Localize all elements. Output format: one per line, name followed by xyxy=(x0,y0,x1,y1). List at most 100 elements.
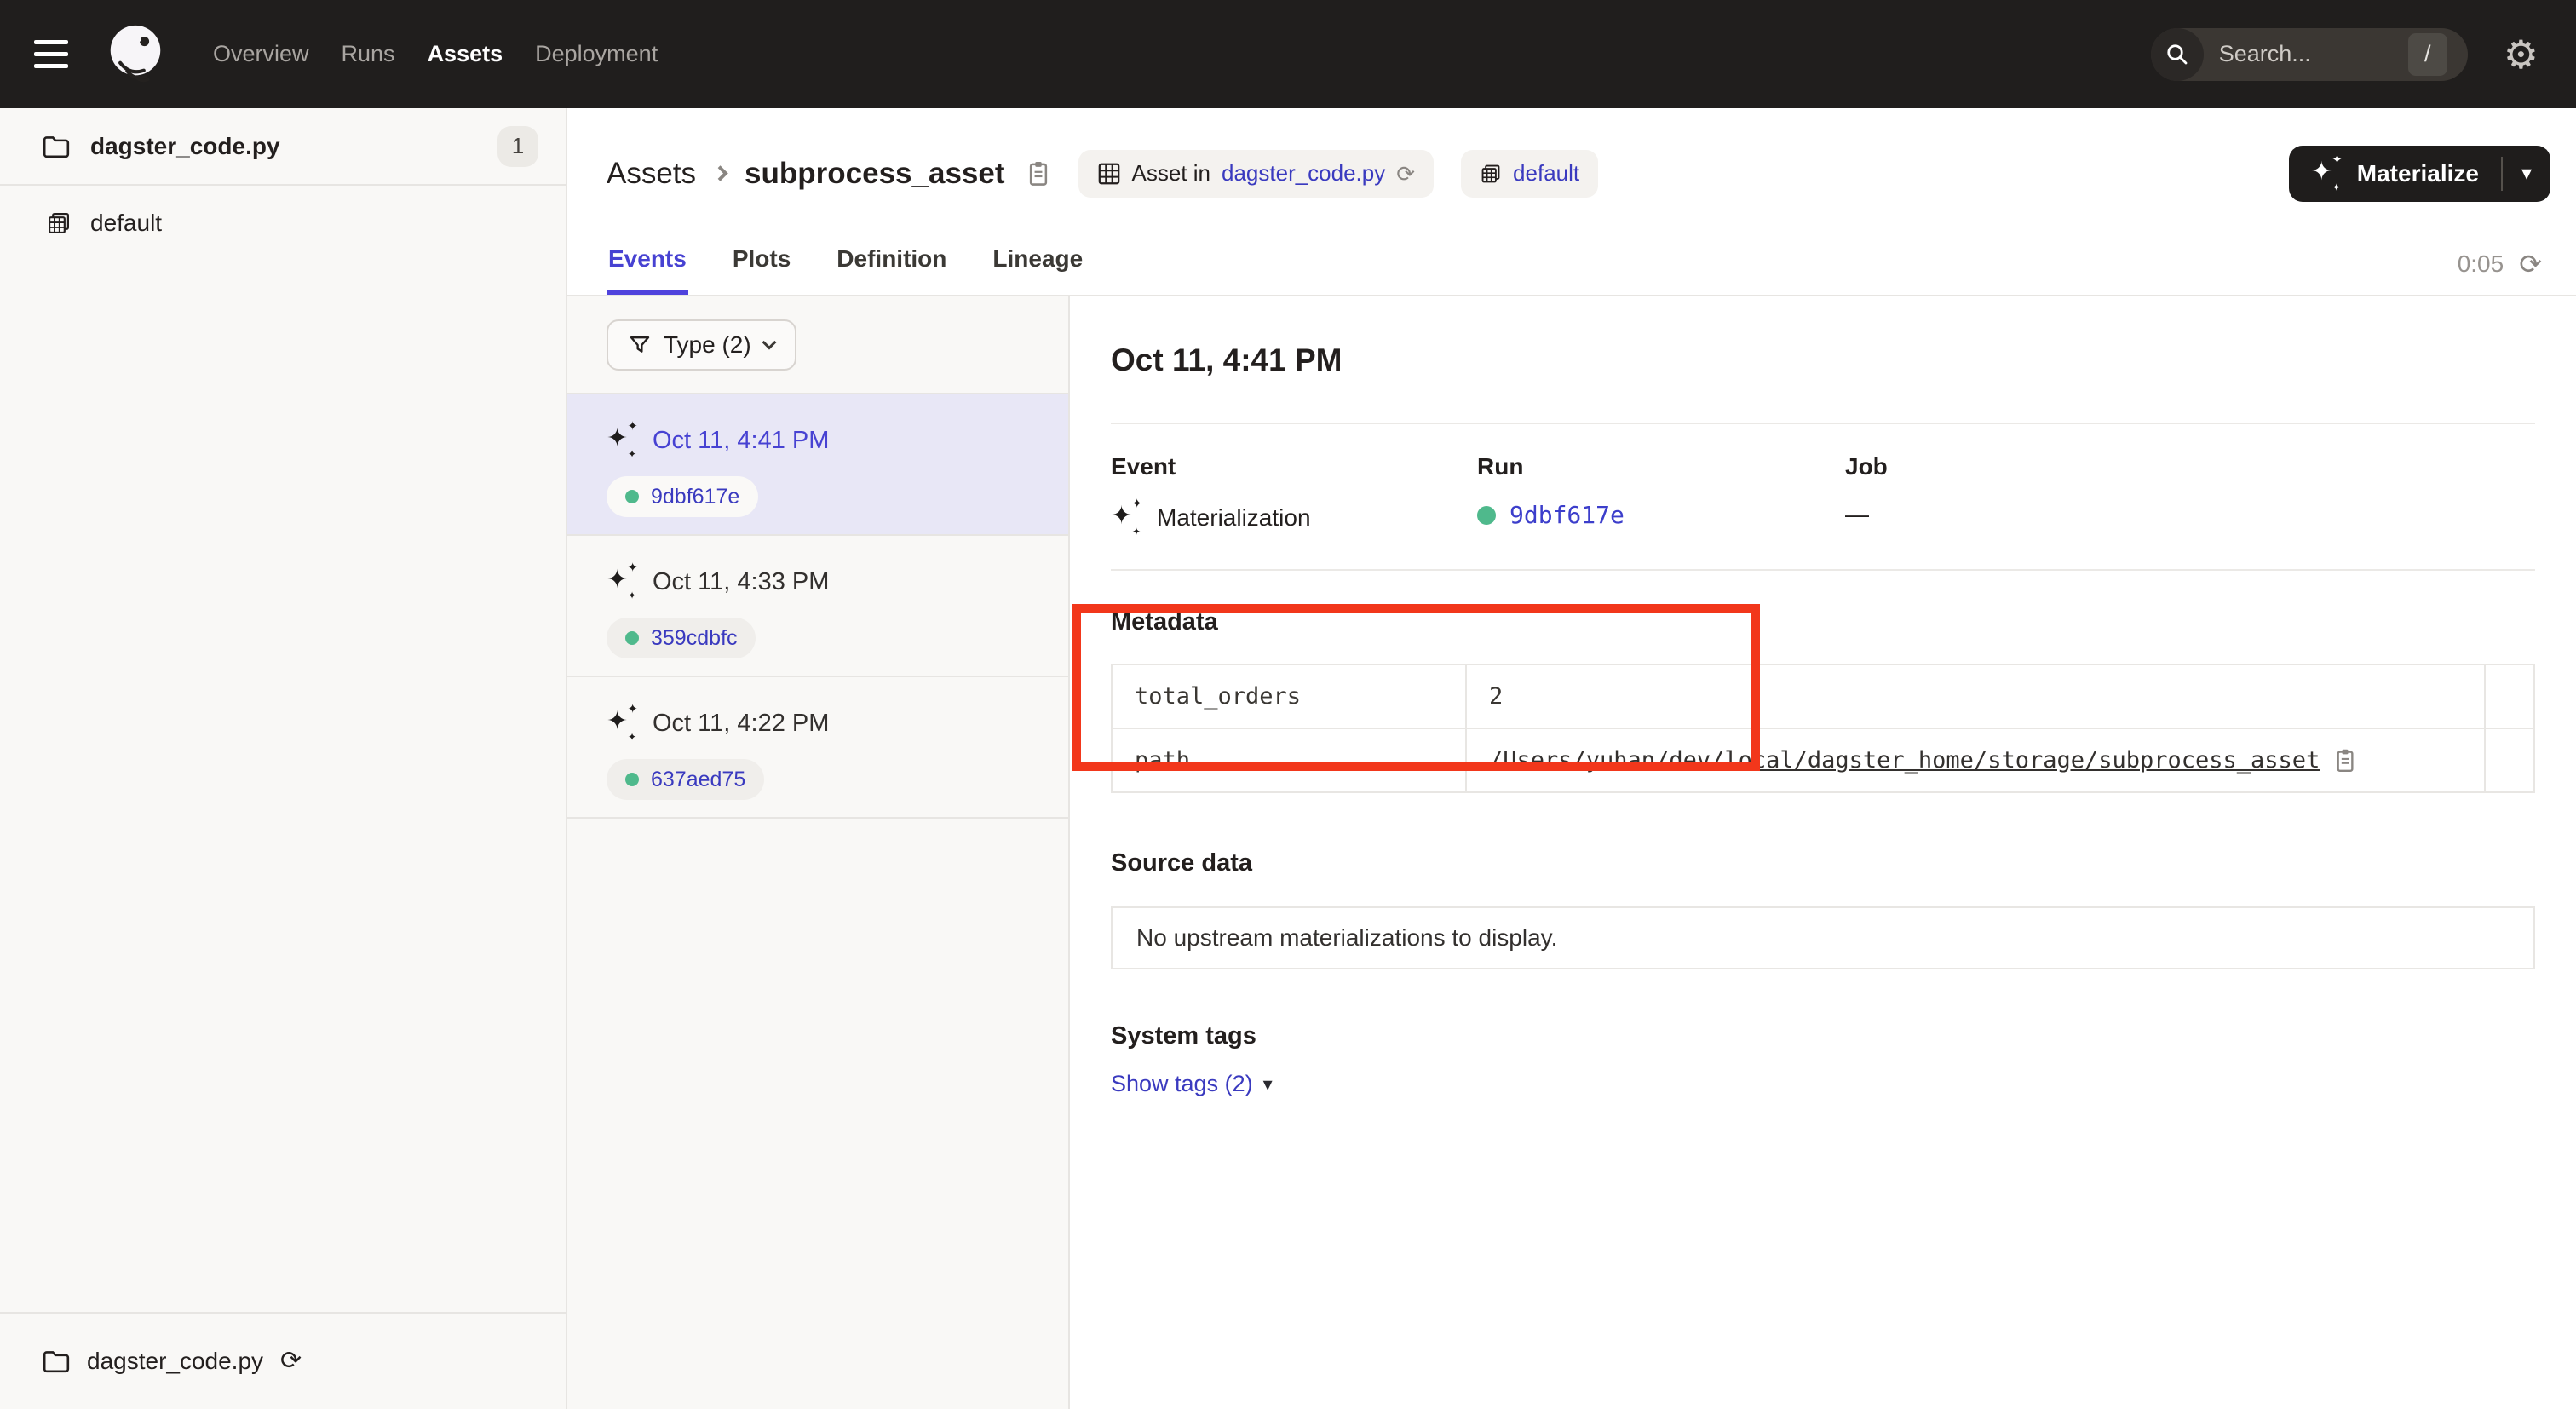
event-timestamp[interactable]: Oct 11, 4:22 PM xyxy=(653,710,829,738)
caret-down-icon: ▾ xyxy=(1263,1073,1273,1096)
asset-count-badge: 1 xyxy=(497,126,538,167)
tab-definition[interactable]: Definition xyxy=(835,239,948,295)
materialization-sparkle-icon: ✦✦✦ xyxy=(1111,501,1143,535)
sidebar-group-label: default xyxy=(90,210,162,237)
asset-name-title: subprocess_asset xyxy=(745,157,1004,191)
events-filter-bar: Type (2) xyxy=(567,296,1068,394)
dagster-app: Overview Runs Assets Deployment / ⚙ xyxy=(0,0,2576,1409)
search-shortcut-badge: / xyxy=(2408,33,2447,76)
asset-header: Assets subprocess_asset xyxy=(567,108,2576,239)
global-search[interactable]: / xyxy=(2151,28,2468,81)
dagster-logo-icon[interactable] xyxy=(102,21,169,88)
sidebar-footer-label: dagster_code.py xyxy=(87,1348,263,1375)
metadata-key: path xyxy=(1112,728,1466,792)
event-detail-panel: Oct 11, 4:41 PM Event ✦✦✦ Materializatio… xyxy=(1070,296,2576,1409)
hamburger-menu-icon[interactable] xyxy=(34,40,68,68)
sidebar-item-group-default[interactable]: default xyxy=(0,186,566,261)
tab-events[interactable]: Events xyxy=(607,239,688,295)
source-data-section-title: Source data xyxy=(1111,849,2535,877)
asset-tabs: Events Plots Definition Lineage 0:05 ⟳ xyxy=(567,239,2576,296)
primary-nav: Overview Runs Assets Deployment xyxy=(213,41,658,67)
main-panel: Assets subprocess_asset xyxy=(567,108,2576,1409)
search-input[interactable] xyxy=(2204,41,2408,67)
type-filter-label: Type (2) xyxy=(664,331,751,359)
nav-item-runs[interactable]: Runs xyxy=(342,41,395,67)
metadata-row: path /Users/yuhan/dev/local/dagster_home… xyxy=(1112,728,2534,792)
run-id-link[interactable]: 9dbf617e xyxy=(1509,501,1624,529)
settings-gear-icon[interactable]: ⚙ xyxy=(2504,35,2539,74)
asset-group-icon xyxy=(1480,163,1502,185)
event-detail-title: Oct 11, 4:41 PM xyxy=(1111,342,2535,378)
tab-plots[interactable]: Plots xyxy=(731,239,792,295)
sidebar-footer-code-location: dagster_code.py ⟳ xyxy=(0,1312,566,1409)
breadcrumb: Assets subprocess_asset xyxy=(607,150,2289,198)
event-column-header: Event xyxy=(1111,453,1477,480)
metadata-table: total_orders 2 path /Users/yuhan/dev/loc… xyxy=(1111,664,2535,793)
event-type-value: Materialization xyxy=(1157,504,1311,532)
materialize-label: Materialize xyxy=(2357,160,2479,187)
run-status-dot xyxy=(625,490,639,503)
chevron-down-icon xyxy=(762,335,776,349)
materialization-sparkle-icon: ✦✦✦ xyxy=(607,565,639,599)
run-status-dot xyxy=(625,631,639,645)
events-list-panel: Type (2) ✦✦✦ Oct 11, 4:41 PM xyxy=(567,296,1070,1409)
run-status-dot xyxy=(1477,506,1496,525)
metadata-path-link[interactable]: /Users/yuhan/dev/local/dagster_home/stor… xyxy=(1489,747,2320,774)
materialize-dropdown-button[interactable]: ▾ xyxy=(2503,146,2550,202)
run-tag[interactable]: 637aed75 xyxy=(607,759,764,800)
asset-sidebar: dagster_code.py 1 default dagster_c xyxy=(0,108,567,1409)
metadata-value: 2 xyxy=(1466,664,2485,728)
materialize-button-group: ✦✦✦ Materialize ▾ xyxy=(2289,146,2550,202)
run-tag[interactable]: 9dbf617e xyxy=(607,476,758,517)
nav-item-assets[interactable]: Assets xyxy=(428,41,503,67)
job-column-header: Job xyxy=(1845,453,1888,480)
type-filter-button[interactable]: Type (2) xyxy=(607,319,796,371)
run-column-header: Run xyxy=(1477,453,1845,480)
group-tag-link[interactable]: default xyxy=(1513,160,1579,187)
source-data-empty-message: No upstream materializations to display. xyxy=(1136,924,1557,952)
asset-location-link[interactable]: dagster_code.py xyxy=(1222,160,1385,187)
materialization-sparkle-icon: ✦✦✦ xyxy=(607,423,639,457)
nav-item-deployment[interactable]: Deployment xyxy=(535,41,658,67)
show-tags-label: Show tags (2) xyxy=(1111,1071,1253,1097)
materialization-sparkle-icon: ✦✦✦ xyxy=(607,706,639,740)
metadata-actions-cell xyxy=(2485,728,2534,792)
run-id-link[interactable]: 637aed75 xyxy=(651,768,745,792)
event-timestamp[interactable]: Oct 11, 4:33 PM xyxy=(653,568,829,596)
reload-code-location-icon[interactable]: ⟳ xyxy=(280,1349,302,1374)
copy-asset-name-icon[interactable] xyxy=(1026,159,1051,188)
metadata-key: total_orders xyxy=(1112,664,1466,728)
breadcrumb-assets-link[interactable]: Assets xyxy=(607,157,696,191)
metadata-actions-cell xyxy=(2485,664,2534,728)
asset-group-tag[interactable]: default xyxy=(1461,150,1598,198)
materialize-sparkle-icon: ✦✦✦ xyxy=(2311,157,2343,191)
run-tag[interactable]: 359cdbfc xyxy=(607,618,756,658)
nav-item-overview[interactable]: Overview xyxy=(213,41,309,67)
filter-funnel-icon xyxy=(629,334,651,356)
source-data-empty-state: No upstream materializations to display. xyxy=(1111,906,2535,969)
system-tags-section-title: System tags xyxy=(1111,1022,2535,1050)
event-list-item[interactable]: ✦✦✦ Oct 11, 4:33 PM 359cdbfc xyxy=(567,536,1068,677)
materialize-button[interactable]: ✦✦✦ Materialize xyxy=(2289,146,2501,202)
search-icon xyxy=(2151,28,2204,81)
sidebar-item-code-location[interactable]: dagster_code.py 1 xyxy=(0,108,566,186)
job-value: — xyxy=(1845,501,1869,528)
asset-location-tag[interactable]: Asset in dagster_code.py ⟳ xyxy=(1078,150,1435,198)
run-id-link[interactable]: 9dbf617e xyxy=(651,485,739,509)
event-timestamp[interactable]: Oct 11, 4:41 PM xyxy=(653,427,829,455)
run-id-link[interactable]: 359cdbfc xyxy=(651,626,737,651)
asset-group-icon xyxy=(46,210,72,236)
event-list-item[interactable]: ✦✦✦ Oct 11, 4:41 PM 9dbf617e xyxy=(567,394,1068,536)
folder-icon xyxy=(43,135,70,158)
breadcrumb-separator-icon xyxy=(712,165,727,181)
metadata-section-title: Metadata xyxy=(1111,608,2535,636)
reload-location-icon[interactable]: ⟳ xyxy=(1396,163,1415,185)
refresh-icon[interactable]: ⟳ xyxy=(2519,250,2542,278)
copy-path-icon[interactable] xyxy=(2333,747,2357,774)
asset-location-prefix: Asset in xyxy=(1132,160,1211,187)
tab-lineage[interactable]: Lineage xyxy=(991,239,1084,295)
show-tags-toggle[interactable]: Show tags (2) ▾ xyxy=(1111,1071,1273,1097)
event-list-item[interactable]: ✦✦✦ Oct 11, 4:22 PM 637aed75 xyxy=(567,677,1068,819)
run-status-dot xyxy=(625,773,639,786)
sidebar-item-label: dagster_code.py xyxy=(90,133,477,160)
